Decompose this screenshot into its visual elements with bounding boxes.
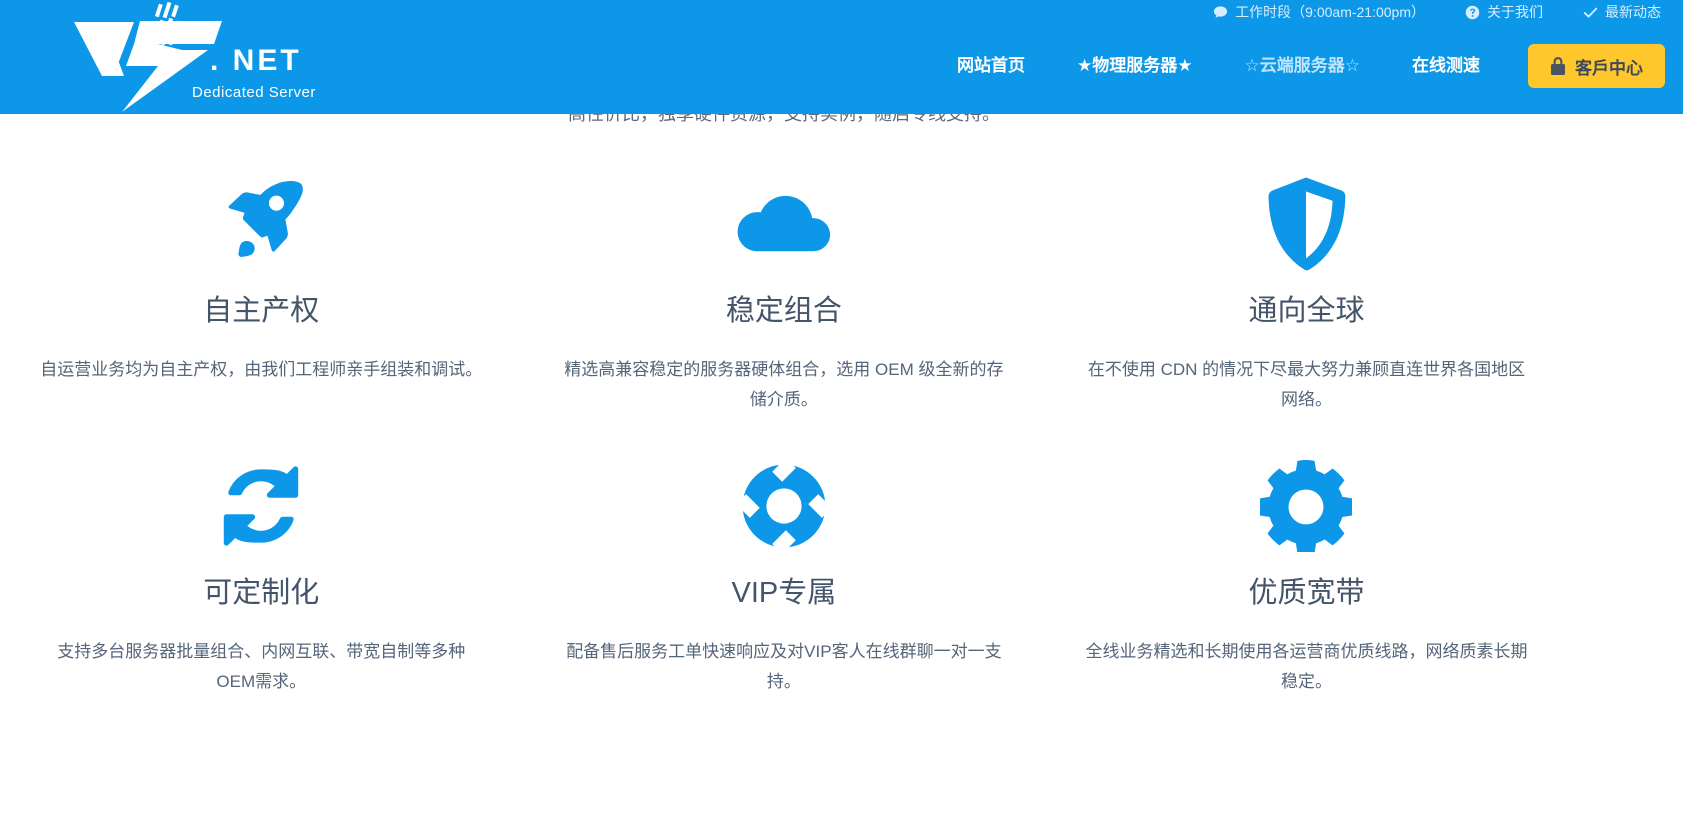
chat-bubble-icon [1213, 5, 1228, 20]
main-navigation: 网站首页 ★物理服务器★ ☆云端服务器☆ 在线测速 客戶中心 [931, 36, 1665, 96]
question-circle-icon [1465, 5, 1480, 20]
logo-net-text: . NET [210, 44, 302, 77]
cloud-icon [563, 176, 1006, 272]
nav-link-cloud-servers[interactable]: ☆云端服务器☆ [1219, 36, 1386, 96]
check-icon [1583, 5, 1598, 20]
feature-card-global-reach: 通向全球 在不使用 CDN 的情况下尽最大努力兼顾直连世界各国地区网络。 [1045, 114, 1568, 414]
topbar-item-label: 关于我们 [1487, 4, 1543, 20]
nav-link-speed-test[interactable]: 在线测速 [1386, 36, 1506, 96]
features-section: 自主产权 自运营业务均为自主产权，由我们工程师亲手组装和调试。 稳定组合 精选高… [0, 114, 1683, 826]
lifebuoy-icon [563, 458, 1006, 554]
gear-icon [1085, 458, 1528, 554]
client-center-label: 客戶中心 [1575, 58, 1643, 78]
logo-tagline: Dedicated Server [192, 84, 316, 101]
lock-icon [1550, 56, 1566, 76]
feature-description: 支持多台服务器批量组合、内网互联、带宽自制等多种OEM需求。 [57, 642, 466, 691]
shield-icon [1085, 176, 1528, 272]
feature-description: 精选高兼容稳定的服务器硬体组合，选用 OEM 级全新的存储介质。 [564, 359, 1004, 409]
site-header: 工作时段（9:00am-21:00pm） 关于我们 最新动态 . NET Ded… [0, 0, 1683, 114]
feature-description: 在不使用 CDN 的情况下尽最大努力兼顾直连世界各国地区网络。 [1087, 359, 1526, 409]
feature-description: 全线业务精选和长期使用各运营商优质线路，网络质素长期稳定。 [1085, 642, 1528, 691]
feature-title: 优质宽带 [1248, 577, 1365, 610]
topbar-item-working-hours[interactable]: 工作时段（9:00am-21:00pm） [1213, 5, 1425, 20]
site-logo[interactable]: . NET Dedicated Server [62, 1, 322, 112]
topbar-item-label: 最新动态 [1605, 4, 1661, 20]
rocket-icon [40, 176, 483, 272]
utility-topbar: 工作时段（9:00am-21:00pm） 关于我们 最新动态 [1213, 0, 1683, 24]
feature-card-self-owned: 自主产权 自运营业务均为自主产权，由我们工程师亲手组装和调试。 [0, 114, 523, 414]
nav-link-physical-servers[interactable]: ★物理服务器★ [1051, 36, 1218, 96]
feature-description: 自运营业务均为自主产权，由我们工程师亲手组装和调试。 [40, 359, 483, 379]
features-grid: 自主产权 自运营业务均为自主产权，由我们工程师亲手组装和调试。 稳定组合 精选高… [0, 114, 1568, 697]
nav-link-home[interactable]: 网站首页 [931, 36, 1051, 96]
topbar-item-latest-news[interactable]: 最新动态 [1583, 5, 1661, 20]
feature-title: 通向全球 [1248, 295, 1365, 327]
feature-card-customizable: 可定制化 支持多台服务器批量组合、内网互联、带宽自制等多种OEM需求。 [0, 414, 523, 696]
feature-card-stable-combo: 稳定组合 精选高兼容稳定的服务器硬体组合，选用 OEM 级全新的存储介质。 [523, 114, 1046, 414]
feature-description: 配备售后服务工单快速响应及对VIP客人在线群聊一对一支持。 [566, 642, 1002, 691]
feature-card-bandwidth: 优质宽带 全线业务精选和长期使用各运营商优质线路，网络质素长期稳定。 [1045, 414, 1568, 696]
feature-title: 自主产权 [203, 295, 320, 327]
sync-arrows-icon [40, 458, 483, 554]
feature-title: VIP专属 [731, 577, 837, 610]
feature-card-vip: VIP专属 配备售后服务工单快速响应及对VIP客人在线群聊一对一支持。 [523, 414, 1046, 696]
topbar-item-label: 工作时段（9:00am-21:00pm） [1235, 4, 1425, 20]
feature-title: 可定制化 [203, 577, 320, 610]
feature-title: 稳定组合 [725, 295, 842, 327]
topbar-item-about-us[interactable]: 关于我们 [1465, 5, 1543, 20]
client-center-button[interactable]: 客戶中心 [1528, 44, 1665, 88]
